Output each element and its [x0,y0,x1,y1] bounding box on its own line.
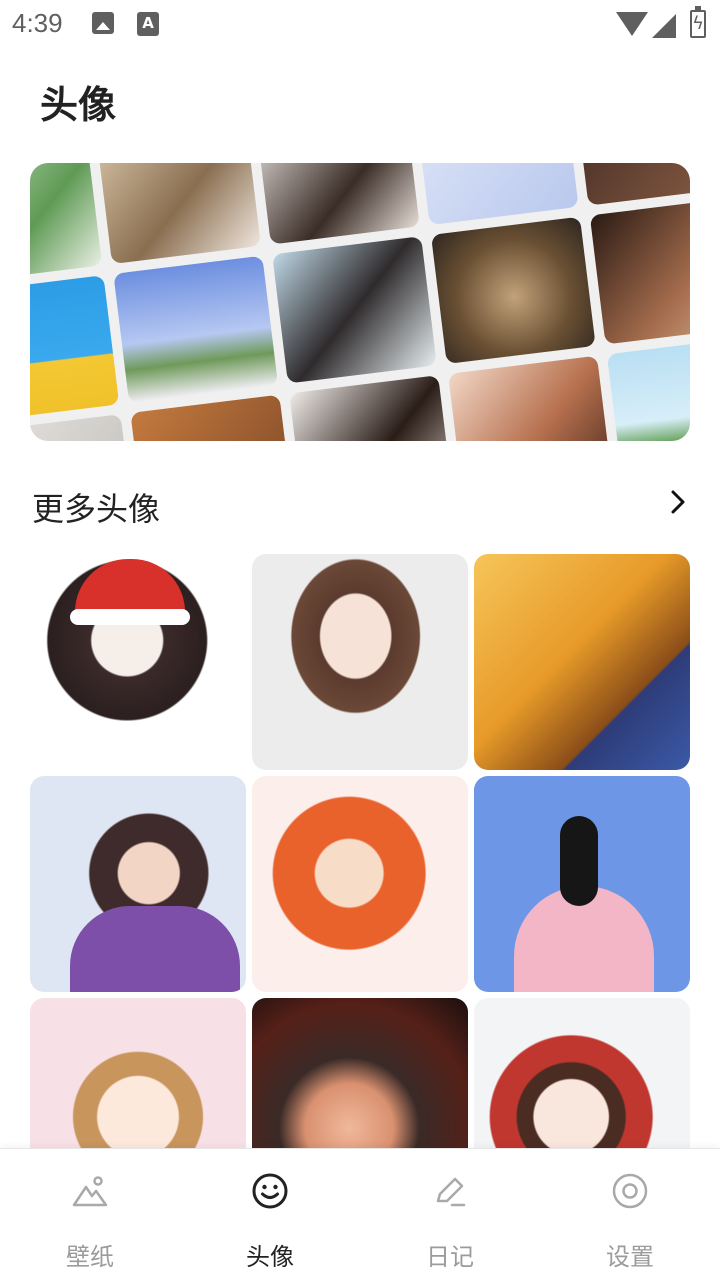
nav-item-wallpaper[interactable]: 壁纸 [0,1149,180,1280]
avatar-item[interactable] [252,776,468,992]
settings-icon [610,1171,650,1211]
collage-tile [130,394,296,441]
avatar-item[interactable] [474,776,690,992]
pencil-icon [430,1171,470,1211]
collage-tile [30,163,103,284]
collage-tile [272,236,437,384]
more-avatars-title: 更多头像 [32,490,161,528]
banner-collage[interactable] [30,163,690,441]
collage-tile [113,255,279,404]
image-icon [92,12,114,34]
collage-tile [289,375,454,441]
collage-tile [255,163,420,245]
collage-tile [448,355,613,441]
nav-item-avatar[interactable]: 头像 [180,1149,360,1280]
collage-tile [30,275,120,423]
a-icon: A [137,12,159,36]
screen: 4:39 A 头像 更多头像 [0,0,720,1280]
status-bar: 4:39 A [0,0,720,48]
nav-label: 壁纸 [66,1243,114,1271]
collage-tile [572,163,690,206]
nav-item-settings[interactable]: 设置 [540,1149,720,1280]
nav-item-diary[interactable]: 日记 [360,1149,540,1280]
nav-label: 头像 [246,1243,294,1271]
page-title: 头像 [40,83,117,127]
mountain-icon [70,1171,110,1211]
collage-tile [430,216,596,365]
collage-tiles [30,163,690,441]
nav-label: 设置 [606,1243,654,1271]
battery-charging-icon [690,6,706,38]
avatar-item[interactable] [252,554,468,770]
chevron-right-icon[interactable] [666,490,690,514]
collage-tile [96,163,261,265]
collage-tile [413,163,579,226]
collage-tile [30,414,137,441]
collage-tile [589,197,690,345]
avatar-item[interactable] [474,554,690,770]
wifi-icon [616,12,648,36]
avatar-item[interactable] [30,554,246,770]
bottom-nav: 壁纸 头像 日记 设置 [0,1148,720,1280]
collage-tile [606,336,690,441]
avatar-item[interactable] [30,776,246,992]
status-time: 4:39 [12,8,63,38]
smiley-icon [250,1171,290,1211]
signal-icon [652,14,676,38]
nav-label: 日记 [426,1243,474,1271]
